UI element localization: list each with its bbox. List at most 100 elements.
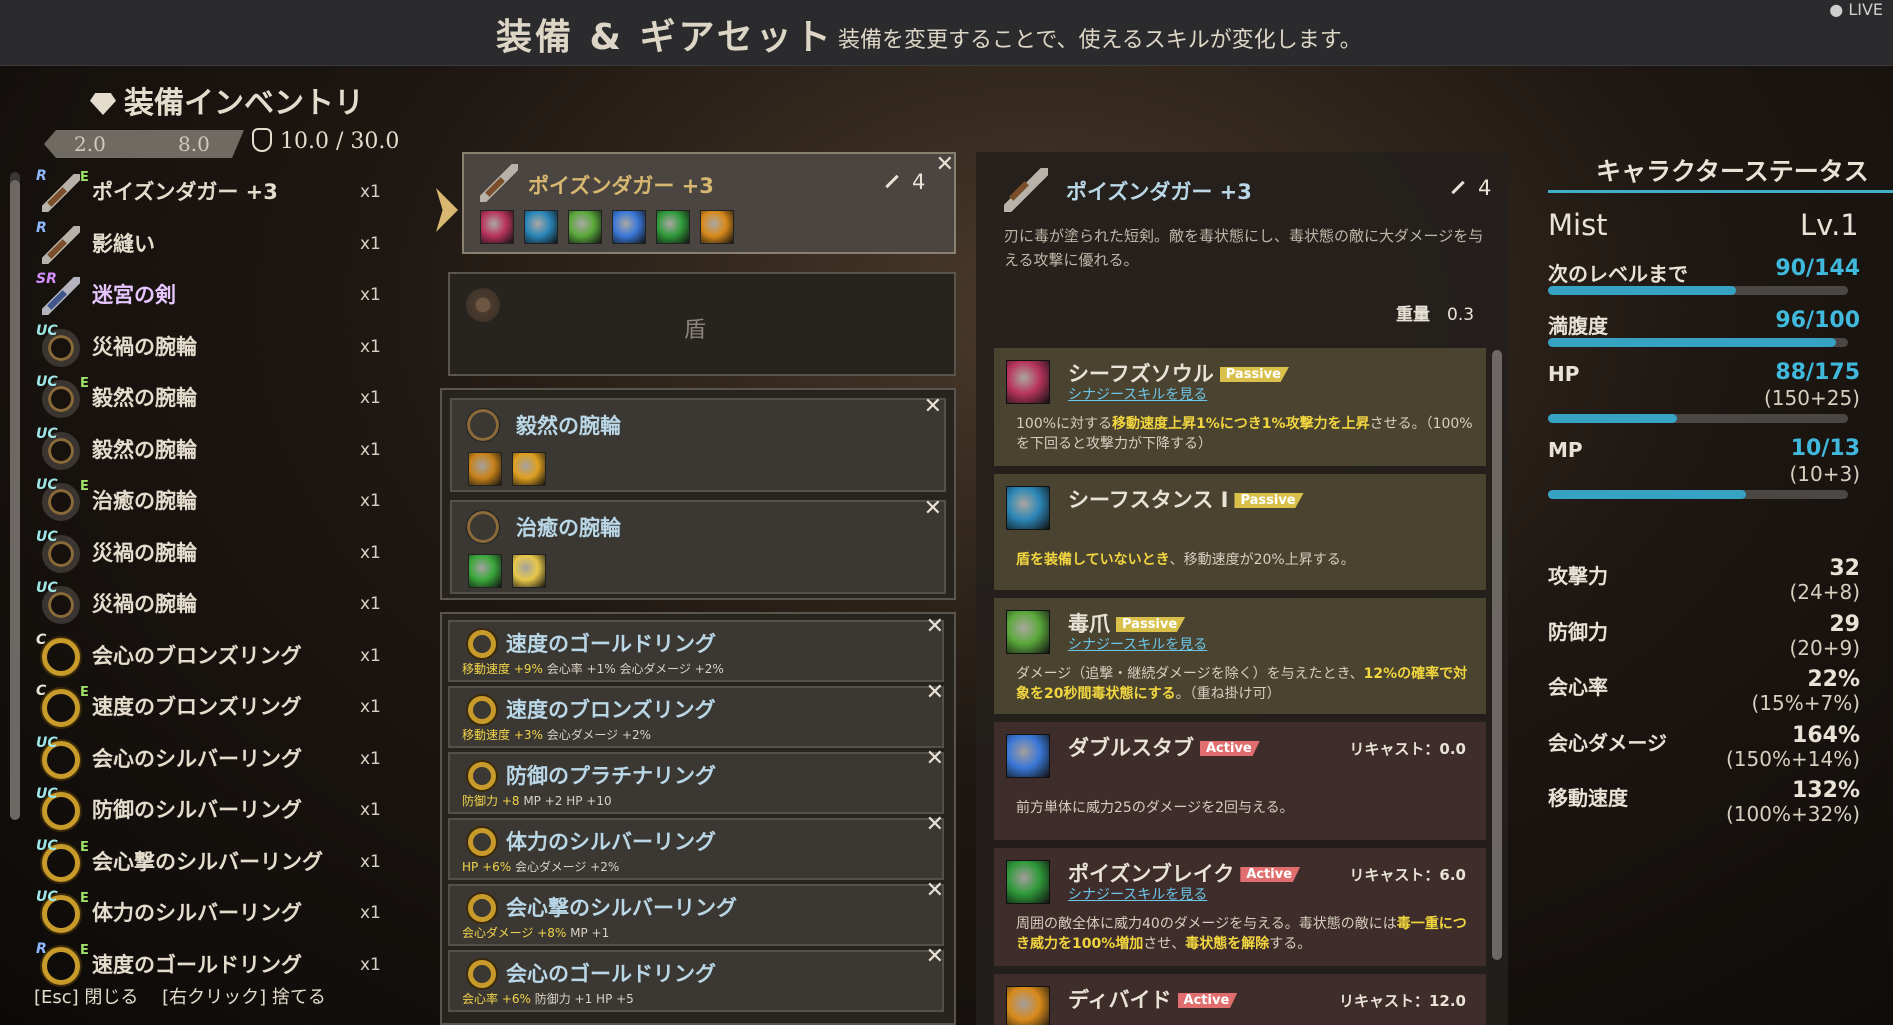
selected-arrow-icon — [436, 188, 458, 232]
item-quantity: x1 — [360, 336, 381, 357]
skill-card[interactable]: ポイズンブレイク Active シナジースキルを見る リキャスト：6.0 周囲の敵全体に… — [994, 848, 1486, 966]
item-quantity: x1 — [360, 800, 381, 820]
status-bar-fill — [1548, 286, 1736, 295]
shield-slot[interactable]: 盾 — [448, 272, 956, 376]
top-bar: 装備 & ギアセット 装備を変更することで、使えるスキルが変化します。 ● LI… — [0, 0, 1893, 66]
ring-icon — [468, 762, 496, 790]
skill-card[interactable]: ダブルスタブ Active リキャスト：0.0 前方単体に威力25のダメージを2回与え… — [994, 722, 1486, 840]
ring-slot[interactable]: 速度のブロンズリング 移動速度 +3% 会心ダメージ +2% ✕ — [448, 680, 944, 748]
inventory-capacity: 10.0 / 30.0 — [252, 128, 399, 154]
skill-icon[interactable] — [524, 210, 558, 244]
inventory-item[interactable]: UC E 治癒の腕輪 x1 — [36, 477, 396, 527]
skill-type-badge: Active — [1240, 867, 1301, 882]
status-value: 88/175 — [1775, 360, 1860, 385]
item-quantity: x1 — [360, 439, 381, 460]
rarity-badge: UC — [36, 528, 58, 545]
skill-icon[interactable] — [468, 554, 502, 588]
rarity-badge: UC — [36, 477, 58, 493]
unequip-ring-button[interactable]: ✕ — [926, 878, 944, 903]
ring-name: 体力のシルバーリング — [506, 830, 716, 854]
page-title: 装備 & ギアセット — [496, 17, 834, 58]
inventory-item[interactable]: UC 災禍の腕輪 x1 — [36, 529, 396, 579]
ring-stats: 防御力 +8 MP +2 HP +10 — [462, 794, 612, 808]
skill-icon[interactable] — [512, 554, 546, 588]
ring-slot[interactable]: 会心撃のシルバーリング 会心ダメージ +8% MP +1 ✕ — [448, 878, 944, 946]
synergy-link[interactable]: シナジースキルを見る — [1068, 634, 1207, 654]
ring-slot[interactable]: 防御のプラチナリング 防御力 +8 MP +2 HP +10 ✕ — [448, 746, 944, 814]
skill-icon — [1006, 860, 1050, 904]
scrollbar-thumb[interactable] — [10, 180, 20, 820]
ring-slot[interactable]: 速度のゴールドリング 移動速度 +9% 会心率 +1% 会心ダメージ +2% ✕ — [448, 614, 944, 682]
equipped-marker: E — [80, 376, 89, 391]
stat-label: 移動速度 — [1548, 786, 1628, 810]
synergy-link[interactable]: シナジースキルを見る — [1068, 884, 1207, 904]
inventory-item[interactable]: SR 迷宮の剣 x1 — [36, 271, 396, 321]
unequip-ring-button[interactable]: ✕ — [926, 944, 944, 969]
unequip-ring-button[interactable]: ✕ — [926, 614, 944, 639]
item-name: 会心のシルバーリング — [92, 746, 302, 771]
unequip-ring-button[interactable]: ✕ — [926, 746, 944, 771]
status-breakdown: (10+3) — [1789, 462, 1860, 486]
inventory-item[interactable]: UC 会心のシルバーリング x1 — [36, 735, 396, 785]
item-name: 会心撃のシルバーリング — [92, 849, 323, 874]
rarity-badge: R — [36, 940, 47, 957]
inventory-item[interactable]: UC 毅然の腕輪 x1 — [36, 426, 396, 476]
bracelet-slot[interactable]: 治癒の腕輪 ✕ — [450, 496, 946, 594]
character-level: Lv.1 — [1800, 208, 1859, 242]
stat-value: 132% — [1792, 778, 1860, 803]
skill-icon[interactable] — [656, 210, 690, 244]
inventory-item[interactable]: C E 速度のブロンズリング x1 — [36, 683, 396, 733]
rarity-badge: C — [36, 683, 47, 699]
inventory-item[interactable]: UC 防御のシルバーリング x1 — [36, 786, 396, 836]
detail-weight: 重量 0.3 — [1396, 305, 1475, 325]
inventory-item[interactable]: UC 災禍の腕輪 x1 — [36, 580, 396, 630]
stat-value: 29 — [1829, 611, 1860, 637]
skill-card[interactable]: シーフズソウル Passive シナジースキルを見る 100%に対する移動速度上昇1%… — [994, 348, 1486, 466]
skill-icon[interactable] — [612, 210, 646, 244]
detail-scrollbar[interactable] — [1492, 350, 1502, 960]
rarity-badge: UC — [36, 734, 58, 751]
status-bar — [1548, 338, 1848, 347]
ring-slot[interactable]: 体力のシルバーリング HP +6% 会心ダメージ +2% ✕ — [448, 812, 944, 880]
unequip-weapon-button[interactable]: ✕ — [936, 152, 954, 177]
unequip-ring-button[interactable]: ✕ — [926, 812, 944, 837]
ring-slot[interactable]: 会心のゴールドリング 会心率 +6% 防御力 +1 HP +5 ✕ — [448, 944, 944, 1012]
bracelet-icon — [466, 408, 500, 442]
detail-count: 4 — [1450, 176, 1491, 200]
inventory-item[interactable]: R E ポイズンダガー +3 x1 — [36, 168, 396, 218]
inventory-item[interactable]: C 会心のブロンズリング x1 — [36, 632, 396, 682]
skill-card[interactable]: 毒爪 Passive シナジースキルを見る ダメージ（追撃・継続ダメージを除く）を与え… — [994, 598, 1486, 714]
bracelet-slot[interactable]: 毅然の腕輪 ✕ — [450, 394, 946, 492]
item-detail-panel: ポイズンダガー +3 4 刃に毒が塗られた短剣。敵を毒状態にし、毒状態の敵に大ダ… — [976, 152, 1508, 1025]
unequip-ring-button[interactable]: ✕ — [926, 680, 944, 705]
skill-card[interactable]: ディバイド Active リキャスト：12.0 — [994, 974, 1486, 1025]
ring-name: 速度のブロンズリング — [506, 698, 716, 722]
status-label: 満腹度 — [1548, 314, 1608, 338]
inventory-item[interactable]: UC 災禍の腕輪 x1 — [36, 323, 396, 373]
unequip-bracelet-button[interactable]: ✕ — [924, 496, 942, 521]
status-bar-fill — [1548, 338, 1836, 347]
skill-icon[interactable] — [468, 452, 502, 486]
synergy-link[interactable]: シナジースキルを見る — [1068, 384, 1207, 404]
inventory-scrollbar[interactable] — [10, 172, 20, 820]
skill-card[interactable]: シーフスタンス Ⅰ Passive 盾を装備していないとき、移動速度が20%上昇する… — [994, 474, 1486, 590]
skill-icon[interactable] — [568, 210, 602, 244]
inventory-item[interactable]: UC E 体力のシルバーリング x1 — [36, 889, 396, 939]
skill-icon[interactable] — [480, 210, 514, 244]
stat-label: 会心ダメージ — [1548, 730, 1667, 755]
equipped-marker: E — [80, 891, 89, 906]
skill-name: ディバイド Active — [1068, 984, 1238, 1014]
skill-icon[interactable] — [700, 210, 734, 244]
equipped-marker: E — [80, 479, 89, 494]
unequip-bracelet-button[interactable]: ✕ — [924, 394, 942, 419]
item-name: ポイズンダガー +3 — [92, 180, 278, 204]
inventory-item[interactable]: UC E 会心撃のシルバーリング x1 — [36, 838, 396, 888]
inventory-item[interactable]: R 影縫い x1 — [36, 220, 396, 270]
weapon-count: 4 — [884, 170, 925, 194]
shield-icon — [466, 288, 500, 322]
skill-icon[interactable] — [512, 452, 546, 486]
weapon-slot[interactable]: ポイズンダガー +3 4 ✕ — [462, 152, 956, 254]
inventory-item[interactable]: UC E 毅然の腕輪 x1 — [36, 374, 396, 424]
item-name: 体力のシルバーリング — [92, 901, 302, 925]
detail-description: 刃に毒が塗られた短剣。敵を毒状態にし、毒状態の敵に大ダメージを与える攻撃に優れる… — [1004, 227, 1484, 269]
